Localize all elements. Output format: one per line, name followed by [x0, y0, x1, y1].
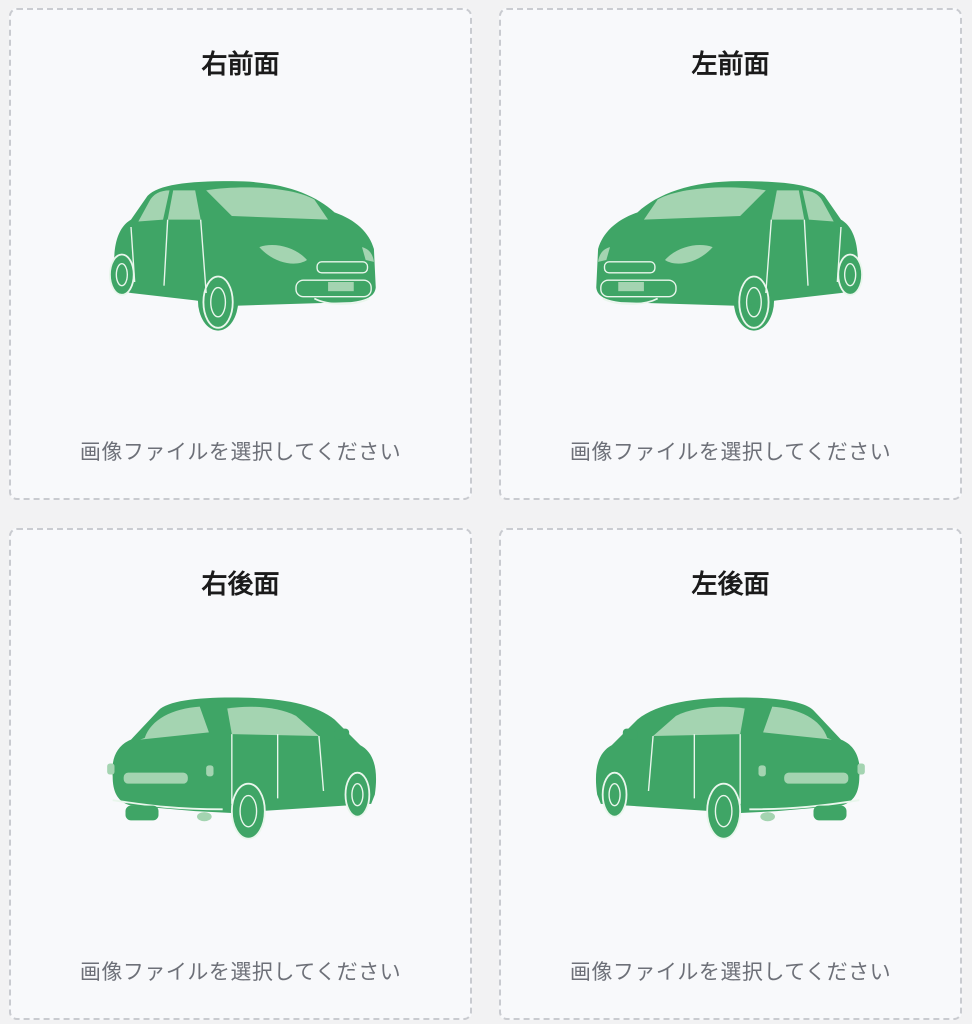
select-file-hint: 画像ファイルを選択してください: [569, 440, 892, 464]
select-file-hint: 画像ファイルを選択してください: [79, 440, 402, 464]
car-rear-left-icon: [595, 696, 866, 840]
car-front-right-icon: [108, 180, 377, 332]
upload-card-front-right[interactable]: 右前面 画像ファイルを選択してください: [9, 8, 472, 500]
select-file-hint: 画像ファイルを選択してください: [79, 960, 402, 984]
select-file-hint: 画像ファイルを選択してください: [569, 960, 892, 984]
car-front-left-icon: [595, 180, 864, 332]
card-title: 右後面: [201, 570, 280, 600]
card-title: 右前面: [201, 50, 280, 80]
upload-card-rear-left[interactable]: 左後面 画像ファイルを選択してください: [499, 528, 962, 1020]
upload-card-front-left[interactable]: 左前面 画像ファイルを選択してください: [499, 8, 962, 500]
card-title: 左前面: [691, 50, 770, 80]
car-rear-right-icon: [106, 696, 377, 840]
vehicle-photo-grid: 右前面 画像ファイルを選択してください 左前面 画像ファイルを選択してください …: [0, 0, 972, 1024]
card-title: 左後面: [691, 570, 770, 600]
upload-card-rear-right[interactable]: 右後面 画像ファイルを選択してください: [9, 528, 472, 1020]
